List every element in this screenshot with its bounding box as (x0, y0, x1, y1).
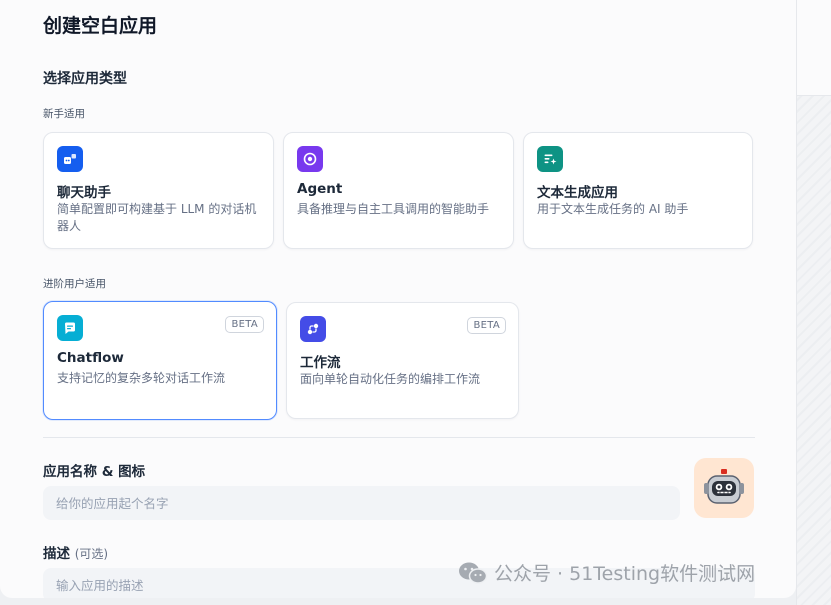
workflow-icon (300, 316, 326, 342)
text-generation-icon (537, 146, 563, 172)
section-title: 选择应用类型 (43, 71, 127, 87)
app-name-label: 应用名称 & 图标 (43, 464, 146, 480)
side-top-block (797, 0, 831, 96)
side-background (796, 0, 831, 605)
app-type-desc: 支持记忆的复杂多轮对话工作流 (57, 371, 226, 385)
app-type-name: 文本生成应用 (537, 185, 618, 201)
chat-bot-icon (57, 146, 83, 172)
description-label-text: 描述 (43, 546, 70, 562)
app-type-desc: 面向单轮自动化任务的编排工作流 (300, 372, 481, 386)
wechat-icon (459, 562, 488, 584)
app-type-name: 工作流 (300, 355, 341, 371)
app-type-name: 聊天助手 (57, 185, 111, 201)
app-type-desc: 用于文本生成任务的 AI 助手 (537, 202, 689, 216)
app-type-card-workflow[interactable]: BETA 工作流 面向单轮自动化任务的编排工作流 (286, 302, 519, 419)
app-type-name: Agent (297, 181, 343, 197)
app-type-card-text-generation[interactable]: 文本生成应用 用于文本生成任务的 AI 助手 (523, 132, 753, 249)
advanced-group-label: 进阶用户适用 (43, 278, 106, 290)
app-name-input[interactable] (43, 486, 680, 520)
section-divider (43, 437, 755, 438)
agent-icon (297, 146, 323, 172)
watermark-text: 公众号 · 51Testing软件测试网 (494, 563, 756, 585)
beta-badge: BETA (225, 316, 264, 333)
create-app-dialog: 创建空白应用 选择应用类型 新手适用 聊天助手 简单配置即可构建基于 LLM 的… (0, 0, 796, 598)
watermark: 公众号 · 51Testing软件测试网 (458, 559, 755, 586)
description-label: 描述 (可选) (43, 542, 108, 562)
app-type-desc: 简单配置即可构建基于 LLM 的对话机器人 (57, 202, 257, 233)
dialog-title: 创建空白应用 (43, 15, 158, 37)
app-type-desc: 具备推理与自主工具调用的智能助手 (297, 202, 490, 216)
app-type-name: Chatflow (57, 350, 124, 366)
app-icon-picker[interactable] (694, 458, 754, 518)
robot-emoji-icon (704, 469, 744, 504)
app-type-card-chatbot[interactable]: 聊天助手 简单配置即可构建基于 LLM 的对话机器人 (43, 132, 274, 249)
beta-badge: BETA (467, 317, 506, 334)
optional-hint: (可选) (74, 547, 109, 561)
beginner-group-label: 新手适用 (43, 108, 85, 120)
app-type-card-chatflow[interactable]: BETA Chatflow 支持记忆的复杂多轮对话工作流 (43, 301, 277, 420)
app-type-card-agent[interactable]: Agent 具备推理与自主工具调用的智能助手 (283, 132, 514, 249)
chatflow-icon (57, 315, 83, 341)
